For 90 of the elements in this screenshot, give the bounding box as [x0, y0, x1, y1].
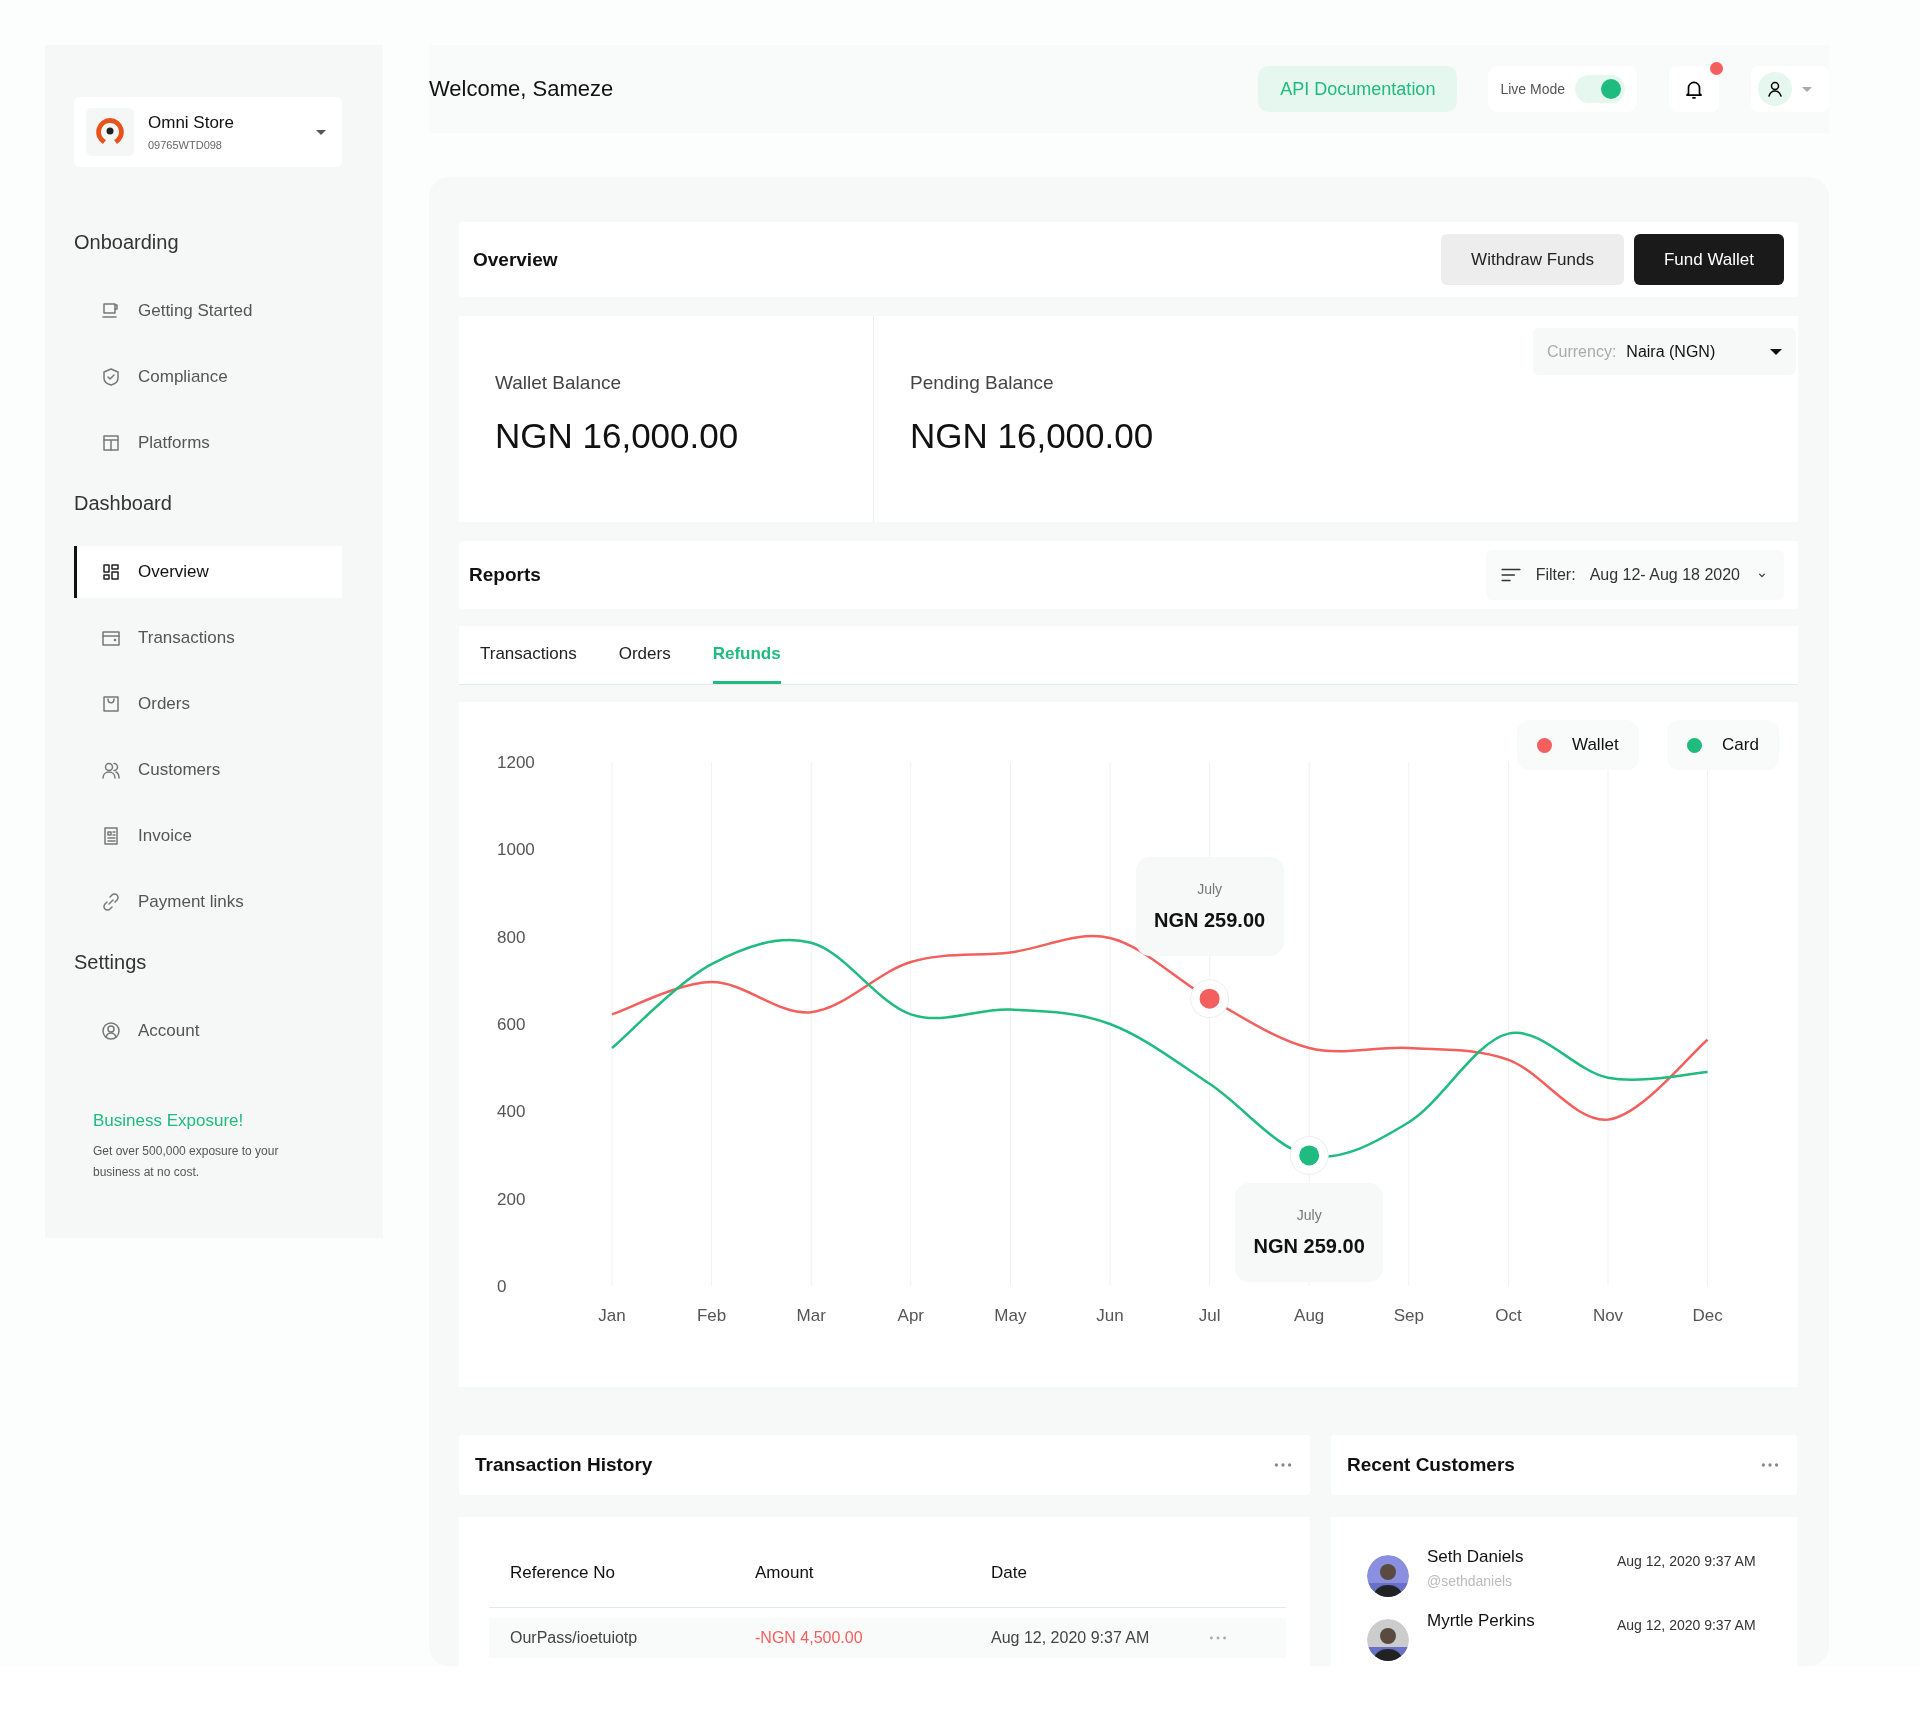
legend-label: Wallet: [1572, 735, 1619, 755]
wallet-icon: [101, 628, 121, 648]
store-id: 09765WTD098: [148, 139, 223, 151]
fund-wallet-button[interactable]: Fund Wallet: [1633, 234, 1784, 285]
balance-amount: NGN 16,000.00: [495, 416, 740, 456]
sidebar-item[interactable]: Compliance: [74, 351, 342, 403]
filter-label: Filter:: [1535, 566, 1576, 584]
x-axis-label: Dec: [1692, 1306, 1723, 1325]
x-axis-label: Sep: [1393, 1306, 1424, 1325]
sidebar-item[interactable]: Platforms: [74, 417, 342, 469]
customer-name: Myrtle Perkins: [1427, 1611, 1536, 1631]
table-cell-text: -NGN 4,500.00: [755, 1629, 864, 1647]
y-axis-label: 1200: [497, 753, 535, 772]
sidebar-item[interactable]: Getting Started: [74, 285, 342, 337]
y-axis-label: 0: [497, 1277, 507, 1296]
sidebar-item[interactable]: Invoice: [74, 810, 342, 862]
section-heading: Onboarding: [74, 230, 180, 255]
sidebar-item[interactable]: Payment links: [74, 876, 342, 928]
table-cell-text: OurPass/ioetuiotp: [510, 1629, 639, 1647]
section-heading: Dashboard: [74, 491, 173, 516]
x-axis-label: Jul: [1198, 1306, 1221, 1325]
date-filter-dropdown[interactable]: Filter: Aug 12- Aug 18 2020: [1485, 550, 1784, 600]
customer-handle: @sethdaniels: [1427, 1573, 1514, 1589]
y-axis-label: 800: [497, 927, 526, 947]
y-axis-label: 200: [497, 1189, 526, 1209]
column-header: Amount: [755, 1563, 815, 1584]
shield-icon: [101, 367, 121, 387]
sidebar-item[interactable]: Transactions: [74, 612, 342, 664]
bag-icon: [101, 694, 121, 714]
tooltip-value: NGN 259.00: [1253, 1235, 1365, 1259]
cup-icon: [101, 301, 121, 321]
link-icon: [101, 892, 121, 912]
x-axis-label: Aug: [1294, 1306, 1325, 1325]
report-tab[interactable]: Transactions: [480, 626, 577, 684]
currency-value: Naira (NGN): [1626, 342, 1717, 361]
balance-amount: NGN 16,000.00: [910, 416, 1155, 456]
user-icon: [1765, 79, 1785, 99]
table-cell-text: Aug 12, 2020 9:37 AM: [991, 1629, 1151, 1647]
column-header: Reference No: [510, 1563, 616, 1584]
tooltip-value: NGN 259.00: [1154, 908, 1266, 932]
currency-label: Currency:: [1547, 342, 1617, 361]
legend-label: Card: [1722, 735, 1759, 755]
section-title: Reports: [469, 564, 542, 586]
layout-icon: [101, 433, 121, 453]
tooltip-month: July: [1197, 880, 1223, 897]
caret-icon: [1802, 86, 1812, 92]
document-icon: [101, 826, 121, 846]
balance-label: Pending Balance: [910, 372, 1055, 394]
promo-text: Get over 500,000 exposure to your business at no cost.: [93, 1143, 280, 1181]
x-axis-label: Apr: [897, 1306, 925, 1325]
balance-label: Wallet Balance: [495, 372, 623, 394]
x-axis-label: Jun: [1096, 1306, 1124, 1325]
sidebar-item[interactable]: Customers: [74, 744, 342, 796]
customer-date: Aug 12, 2020 9:37 AM: [1617, 1617, 1756, 1633]
user-circle-icon: [101, 1021, 121, 1041]
users-icon: [101, 760, 121, 780]
store-switcher[interactable]: Omni Store 09765WTD098: [74, 97, 342, 167]
customer-name: Seth Daniels: [1427, 1547, 1525, 1567]
caret-icon: [316, 129, 326, 135]
tooltip-month: July: [1296, 1207, 1322, 1224]
x-axis-label: Jan: [598, 1306, 626, 1325]
currency-dropdown[interactable]: Currency: Naira (NGN): [1533, 328, 1796, 375]
sidebar-item[interactable]: Account: [74, 1005, 342, 1057]
y-axis-label: 1000: [497, 840, 535, 860]
sidebar-item[interactable]: Orders: [74, 678, 342, 730]
x-axis-label: Feb: [696, 1306, 727, 1325]
x-axis-label: May: [994, 1306, 1027, 1325]
withdraw-funds-button[interactable]: Withdraw Funds: [1441, 234, 1624, 285]
section-title: Overview: [473, 248, 559, 271]
section-title: Recent Customers: [1347, 1454, 1516, 1476]
customer-date: Aug 12, 2020 9:37 AM: [1617, 1553, 1756, 1569]
user-menu-button[interactable]: [1751, 66, 1829, 112]
caret-icon: [1770, 348, 1782, 355]
x-axis-label: Mar: [796, 1306, 826, 1325]
live-mode-toggle[interactable]: [1575, 75, 1625, 103]
sidebar-item[interactable]: Overview: [74, 546, 342, 598]
greeting: Welcome, Sameze: [429, 76, 615, 102]
section-heading: Settings: [74, 950, 148, 975]
y-axis-label: 600: [497, 1015, 526, 1034]
store-name: Omni Store: [148, 113, 235, 133]
y-axis-label: 400: [497, 1102, 526, 1122]
promo-title: Business Exposure!: [93, 1111, 245, 1131]
grid-icon: [101, 562, 121, 582]
report-tab[interactable]: Orders: [618, 626, 671, 684]
live-mode-label: Live Mode: [1500, 81, 1565, 97]
column-header: Date: [991, 1563, 1028, 1584]
filter-value: Aug 12- Aug 18 2020: [1589, 566, 1740, 584]
x-axis-label: Nov: [1592, 1306, 1624, 1325]
section-title: Transaction History: [475, 1454, 654, 1476]
x-axis-label: Oct: [1495, 1306, 1522, 1325]
